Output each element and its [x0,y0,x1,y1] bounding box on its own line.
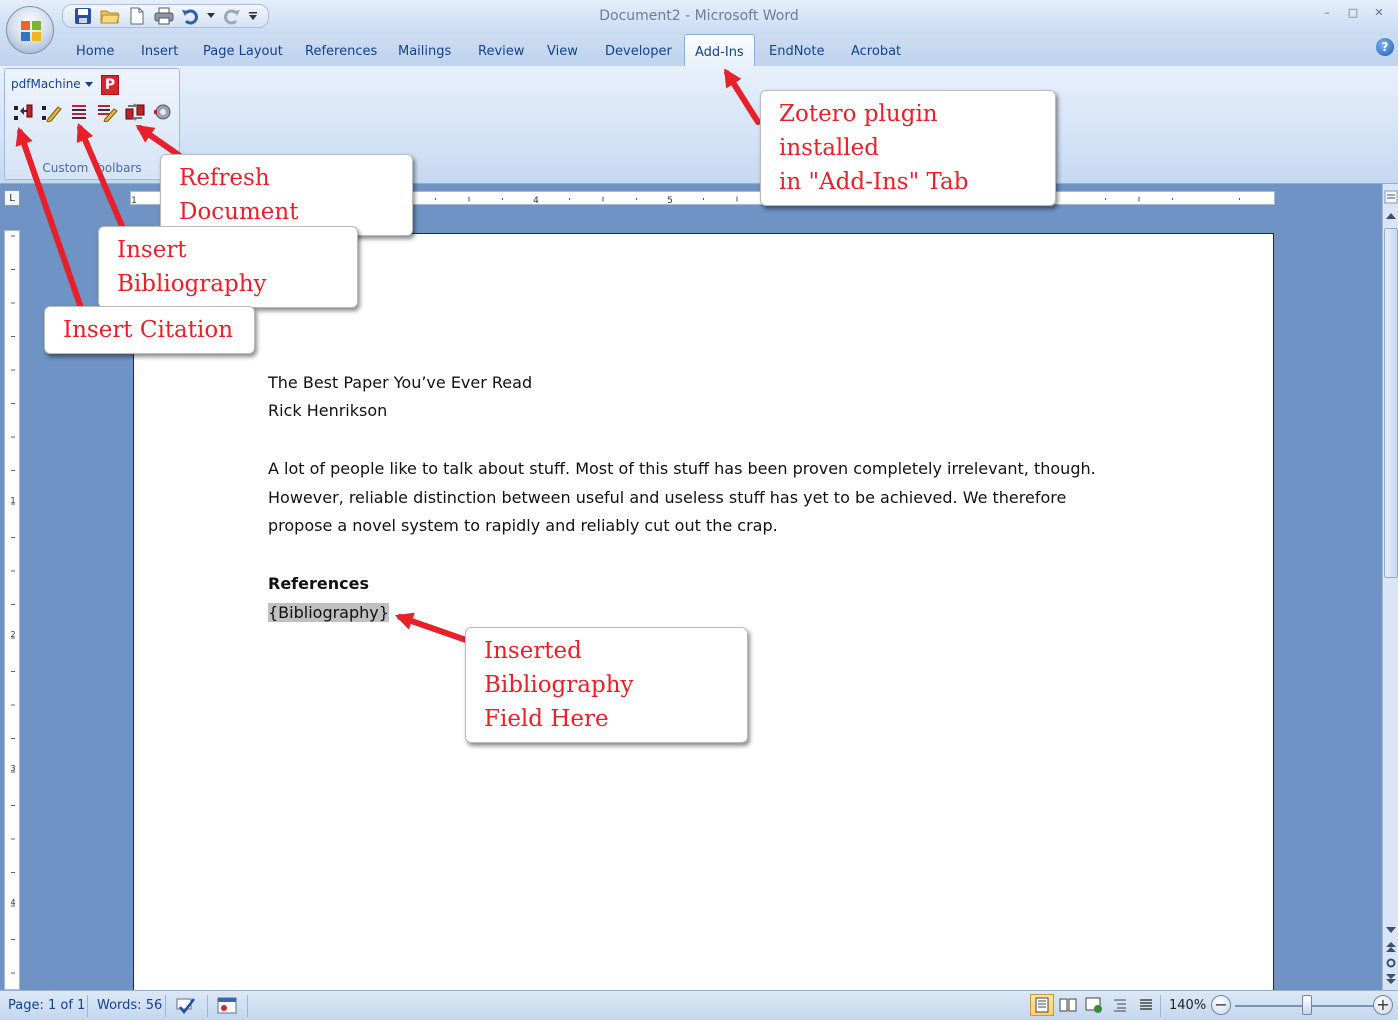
zoom-level[interactable]: 140% [1169,998,1206,1013]
status-separator [1160,995,1161,1017]
callout-inserted: Inserted Bibliography Field Here [465,627,748,743]
browse-object-icon[interactable] [1386,958,1396,968]
scroll-thumb[interactable] [1384,228,1398,578]
status-separator [87,995,88,1017]
quick-access-toolbar [62,4,269,28]
custom-toolbars-group: pdfMachine P Custom Toolbars [4,68,180,180]
insert-bibliography-icon[interactable] [67,101,91,123]
body-line-3[interactable]: propose a novel system to rapidly and re… [268,511,778,540]
draft-icon[interactable] [1134,994,1158,1016]
bibliography-field[interactable]: {Bibliography} [268,603,389,622]
preferences-icon[interactable] [151,101,175,123]
body-line-2[interactable]: However, reliable distinction between us… [268,483,1066,512]
tab-page-layout[interactable]: Page Layout [203,44,283,59]
paper-author[interactable]: Rick Henrikson [268,396,387,425]
maximize-button[interactable]: □ [1340,2,1366,22]
tab-add-ins[interactable]: Add-Ins [684,34,755,67]
previous-page-icon[interactable] [1386,942,1396,952]
undo-icon[interactable] [179,6,203,26]
pdfmachine-dropdown-icon[interactable] [85,82,93,87]
paper-title[interactable]: The Best Paper You’ve Ever Read [268,368,532,397]
tab-review[interactable]: Review [478,44,524,59]
tab-mailings[interactable]: Mailings [398,44,451,59]
window-controls: – □ ✕ [1314,2,1392,22]
group-label: Custom Toolbars [42,161,142,175]
ruler-label: 4 [10,898,15,907]
proofing-icon[interactable] [174,995,198,1017]
zotero-toolbar [11,101,175,123]
ruler-label: 1 [10,496,15,505]
ruler-label: 1 [131,196,137,205]
tab-references[interactable]: References [305,44,377,59]
ruler-label: 5 [667,196,673,205]
open-icon[interactable] [98,6,122,26]
refresh-document-icon[interactable] [123,101,147,123]
office-button[interactable] [6,6,54,54]
web-layout-icon[interactable] [1082,994,1106,1016]
customize-qat-icon[interactable] [246,6,260,26]
vertical-ruler[interactable]: 1 2 3 4 [4,230,20,990]
ruler-label: 3 [10,764,15,773]
status-separator [247,995,248,1017]
edit-bibliography-icon[interactable] [95,101,119,123]
office-logo-icon [21,21,41,41]
insert-citation-icon[interactable] [11,101,35,123]
tab-view[interactable]: View [547,44,578,59]
scroll-down-icon[interactable] [1386,926,1396,934]
tab-insert[interactable]: Insert [141,44,178,59]
references-heading[interactable]: References [268,569,369,598]
zoom-out-icon[interactable]: − [1211,995,1231,1015]
ribbon-tabs: Home Insert Page Layout References Maili… [0,34,1398,67]
print-icon[interactable] [152,6,176,26]
callout-refresh: Refresh Document [160,154,413,236]
redo-icon[interactable] [219,6,243,26]
ruler-label: 2 [10,630,15,639]
callout-zotero: Zotero plugin installed in "Add-Ins" Tab [760,90,1056,206]
outline-icon[interactable] [1108,994,1132,1016]
print-layout-icon[interactable] [1030,994,1054,1016]
scroll-up-icon[interactable] [1386,212,1396,220]
ruler-toggle-icon[interactable] [1384,190,1398,204]
status-separator [207,995,208,1017]
pdfmachine-menu[interactable]: pdfMachine [11,77,81,91]
minimize-button[interactable]: – [1314,2,1340,22]
callout-citation: Insert Citation [44,306,255,354]
status-separator [165,995,166,1017]
tab-stop-selector[interactable]: L [4,190,20,206]
view-buttons [1030,994,1158,1016]
callout-bibliography: Insert Bibliography [98,226,358,308]
ruler-label: 4 [533,196,539,205]
next-page-icon[interactable] [1386,974,1396,984]
edit-citation-icon[interactable] [39,101,63,123]
macro-record-icon[interactable] [216,995,238,1017]
status-bar: Page: 1 of 1 Words: 56 140% − + [0,990,1398,1020]
help-icon[interactable]: ? [1376,38,1394,56]
document-page[interactable]: The Best Paper You’ve Ever Read Rick Hen… [133,233,1274,1003]
zoom-slider-thumb[interactable] [1302,995,1312,1015]
full-screen-reading-icon[interactable] [1056,994,1080,1016]
undo-dropdown-icon[interactable] [206,6,216,26]
save-icon[interactable] [71,6,95,26]
word-count[interactable]: Words: 56 [97,998,162,1013]
tab-developer[interactable]: Developer [605,44,672,59]
zoom-in-icon[interactable]: + [1373,995,1393,1015]
tab-acrobat[interactable]: Acrobat [851,44,901,59]
new-document-icon[interactable] [125,6,149,26]
tab-home[interactable]: Home [76,44,114,59]
tab-endnote[interactable]: EndNote [769,44,824,59]
page-count[interactable]: Page: 1 of 1 [8,998,85,1013]
close-button[interactable]: ✕ [1366,2,1392,22]
body-line-1[interactable]: A lot of people like to talk about stuff… [268,454,1096,483]
title-bar: Document2 - Microsoft Word – □ ✕ [0,0,1398,34]
pdfmachine-p-icon[interactable]: P [101,75,119,95]
vertical-scrollbar[interactable] [1382,184,1398,990]
